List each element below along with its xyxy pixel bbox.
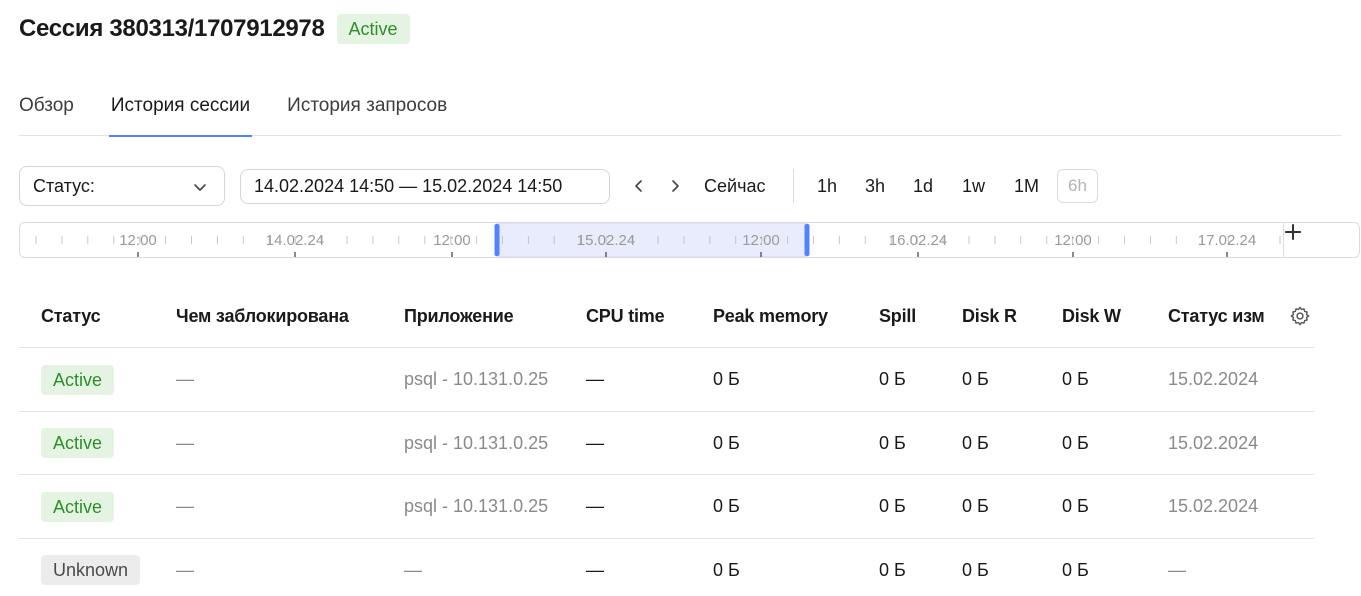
table-header: Статус Чем заблокирована Приложение CPU …: [19, 284, 1314, 348]
row-status-changed-cell: 15.02.2024: [1168, 369, 1259, 389]
row-status-cell: Unknown: [41, 539, 141, 596]
row-blocked-by-cell: —: [176, 369, 194, 389]
row-cpu-time-cell: —: [586, 559, 604, 580]
status-select[interactable]: Статус:: [19, 166, 225, 206]
status-badge: Unknown: [41, 555, 141, 585]
status-badge: Active: [336, 14, 410, 44]
timeline-label: 12:00: [742, 232, 780, 249]
chevron-down-icon: [192, 179, 208, 200]
row-application-cell: psql - 10.131.0.25: [404, 432, 549, 453]
row-disk-r-cell: 0 Б: [962, 559, 989, 580]
chevron-right-icon[interactable]: [663, 174, 687, 198]
preset-3h-button[interactable]: 3h: [865, 166, 885, 206]
row-application-cell: —: [404, 559, 422, 580]
row-peak-memory-cell: 0 Б: [713, 559, 740, 580]
table-row[interactable]: Unknown — — — 0 Б 0 Б 0 Б 0 Б —: [19, 539, 1314, 596]
session-history-table: Статус Чем заблокирована Приложение CPU …: [19, 284, 1314, 596]
column-header-status[interactable]: Статус: [41, 284, 171, 348]
timeline-label: 14.02.24: [266, 232, 324, 249]
column-header-disk-r[interactable]: Disk R: [962, 284, 1052, 348]
row-disk-r-cell: 0 Б: [962, 432, 989, 453]
table-row[interactable]: Active — psql - 10.131.0.25 — 0 Б 0 Б 0 …: [19, 412, 1314, 475]
row-blocked-by-cell: —: [176, 559, 194, 580]
status-badge: Active: [41, 491, 115, 522]
timeline-label: 16.02.24: [889, 232, 947, 249]
now-button[interactable]: Сейчас: [704, 166, 765, 206]
page-title: Сессия 380313/1707912978: [19, 15, 325, 42]
timeline-label: 15.02.24: [577, 232, 635, 249]
column-header-disk-w[interactable]: Disk W: [1062, 284, 1162, 348]
timeline-label: 12:00: [119, 232, 157, 249]
preset-1h-button[interactable]: 1h: [817, 166, 837, 206]
timeline-label: 12:00: [433, 232, 471, 249]
row-cpu-time-cell: —: [586, 432, 604, 453]
row-application-cell: psql - 10.131.0.25: [404, 369, 549, 389]
tab-overview[interactable]: Обзор: [19, 86, 74, 136]
column-header-blocked-by[interactable]: Чем заблокирована: [176, 284, 396, 348]
date-range-input[interactable]: 14.02.2024 14:50 — 15.02.2024 14:50: [240, 169, 610, 204]
timeline-label: 12:00: [1054, 232, 1092, 249]
row-status-cell: Active: [41, 412, 115, 475]
preset-1w-button[interactable]: 1w: [962, 166, 985, 206]
row-disk-w-cell: 0 Б: [1062, 369, 1089, 389]
row-cpu-time-cell: —: [586, 369, 604, 389]
preset-1m-button[interactable]: 1M: [1014, 166, 1039, 206]
timeline-zoom-controls: [1283, 223, 1359, 257]
chevron-left-icon[interactable]: [627, 174, 651, 198]
tab-query-history[interactable]: История запросов: [287, 86, 447, 136]
timeline-handle-end[interactable]: [804, 224, 810, 256]
row-peak-memory-cell: 0 Б: [713, 432, 740, 453]
table-row[interactable]: Active — psql - 10.131.0.25 — 0 Б 0 Б 0 …: [19, 348, 1314, 412]
row-status-cell: Active: [41, 348, 115, 411]
row-blocked-by-cell: —: [176, 496, 194, 516]
column-header-spill[interactable]: Spill: [879, 284, 949, 348]
row-peak-memory-cell: 0 Б: [713, 496, 740, 516]
row-status-changed-cell: 15.02.2024: [1168, 432, 1259, 453]
toolbar-divider: [793, 169, 794, 203]
row-disk-w-cell: 0 Б: [1062, 432, 1089, 453]
tabs-bar: Обзор История сессии История запросов: [19, 86, 1342, 137]
row-spill-cell: 0 Б: [879, 559, 906, 580]
row-peak-memory-cell: 0 Б: [713, 369, 740, 389]
status-badge: Active: [41, 428, 115, 458]
preset-1d-button[interactable]: 1d: [913, 166, 933, 206]
status-badge: Active: [41, 364, 115, 395]
column-header-status-changed[interactable]: Статус изм: [1168, 284, 1264, 348]
status-select-label: Статус:: [33, 175, 95, 196]
timeline-ruler[interactable]: 12:00 14.02.24 12:00 15.02.24 12:00 16.02.24 1…: [19, 222, 1360, 258]
row-disk-w-cell: 0 Б: [1062, 496, 1089, 516]
timeline-canvas[interactable]: 12:00 14.02.24 12:00 15.02.24 12:00 16.02.24 1…: [20, 223, 1283, 257]
row-spill-cell: 0 Б: [879, 432, 906, 453]
row-disk-w-cell: 0 Б: [1062, 559, 1089, 580]
timeline-label: 17.02.24: [1198, 232, 1256, 249]
gear-icon[interactable]: [1289, 305, 1311, 327]
column-header-application[interactable]: Приложение: [404, 284, 574, 348]
plus-icon[interactable]: [1285, 224, 1356, 254]
row-spill-cell: 0 Б: [879, 369, 906, 389]
column-header-cpu-time[interactable]: CPU time: [586, 284, 706, 348]
page-header: Сессия 380313/1707912978 Active: [19, 14, 410, 44]
row-status-changed-cell: 15.02.2024: [1168, 496, 1259, 516]
row-application-cell: psql - 10.131.0.25: [404, 496, 549, 516]
table-row[interactable]: Active — psql - 10.131.0.25 — 0 Б 0 Б 0 …: [19, 475, 1314, 539]
row-disk-r-cell: 0 Б: [962, 369, 989, 389]
row-cpu-time-cell: —: [586, 496, 604, 516]
tab-session-history[interactable]: История сессии: [108, 86, 253, 137]
row-status-cell: Active: [41, 475, 115, 538]
row-spill-cell: 0 Б: [879, 496, 906, 516]
filter-toolbar: Статус: 14.02.2024 14:50 — 15.02.2024 14…: [19, 166, 1119, 206]
row-status-changed-cell: —: [1168, 559, 1186, 580]
row-blocked-by-cell: —: [176, 432, 194, 453]
timeline-handle-start[interactable]: [494, 224, 500, 256]
current-preset-badge: 6h: [1057, 169, 1098, 203]
column-header-peak-memory[interactable]: Peak memory: [713, 284, 873, 348]
row-disk-r-cell: 0 Б: [962, 496, 989, 516]
